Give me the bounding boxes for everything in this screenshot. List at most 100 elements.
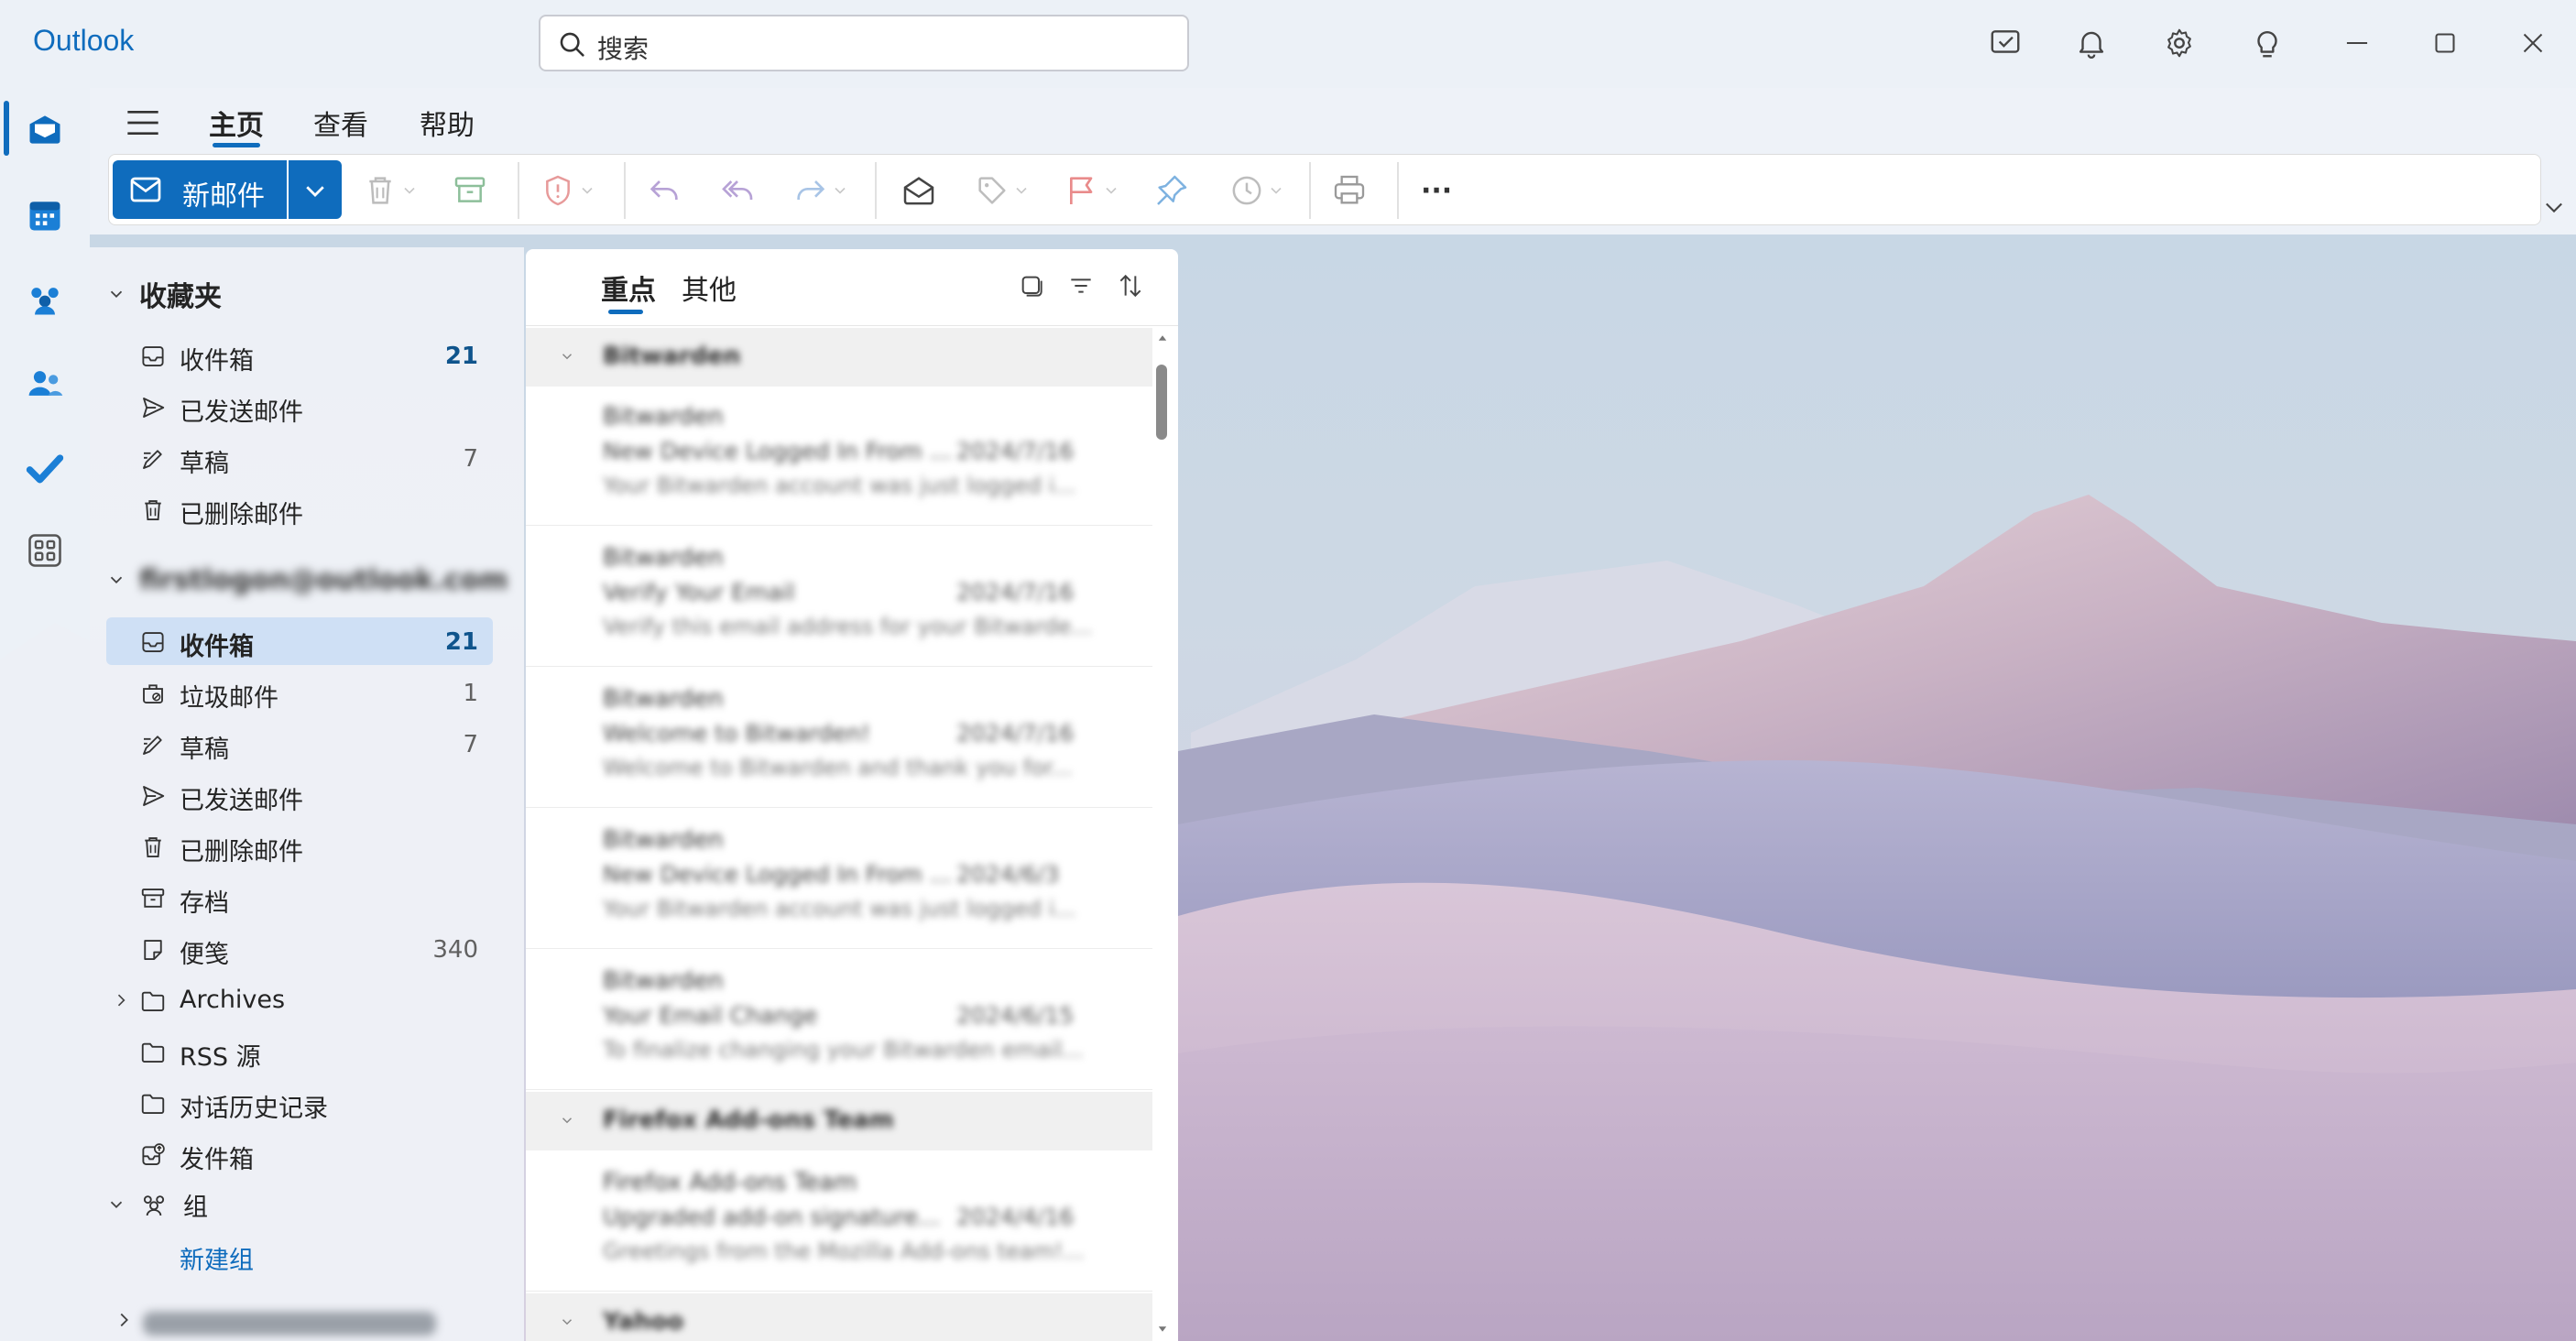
- account-email: firstlogon@outlook.com: [139, 563, 508, 596]
- new-mail-dropdown[interactable]: [289, 160, 342, 219]
- folder-inbox[interactable]: 收件箱 21: [106, 617, 493, 665]
- filter-button[interactable]: [1066, 271, 1099, 304]
- mail-icon[interactable]: [20, 104, 70, 154]
- favorite-sent[interactable]: 已发送邮件: [106, 383, 493, 431]
- second-account-header-blurred: [143, 1312, 436, 1336]
- reply-all-button[interactable]: [719, 168, 756, 213]
- chevron-down-icon: [1271, 187, 1282, 194]
- folder-conversation-history[interactable]: 对话历史记录: [106, 1079, 493, 1127]
- folder-archives[interactable]: Archives: [106, 976, 493, 1024]
- groups-header[interactable]: 组: [106, 1182, 208, 1227]
- message-preview: Your Bitwarden account was just logged i…: [603, 896, 1076, 921]
- lightbulb-icon[interactable]: [2246, 22, 2288, 64]
- tab-home-underline: [213, 143, 260, 147]
- filter-icon: [1071, 278, 1091, 293]
- message-group-header[interactable]: Bitwarden: [526, 328, 1152, 387]
- message-item[interactable]: Bitwarden New Device Logged In From ... …: [526, 387, 1152, 526]
- archive-button[interactable]: [452, 168, 488, 213]
- message-item[interactable]: Bitwarden Verify Your Email 2024/7/16 Ve…: [526, 528, 1152, 667]
- message-group-header[interactable]: Yahoo: [526, 1293, 1152, 1341]
- more-options-button[interactable]: ···: [1421, 168, 1452, 213]
- account2-chevron-icon[interactable]: [114, 1310, 134, 1330]
- app-title: Outlook: [33, 24, 135, 57]
- folder-outbox[interactable]: 发件箱: [106, 1130, 493, 1178]
- folder-rss[interactable]: RSS 源: [106, 1028, 493, 1075]
- minimize-icon[interactable]: [2336, 22, 2378, 64]
- reply-all-icon: [722, 180, 753, 200]
- print-button[interactable]: [1331, 168, 1368, 213]
- folder-drafts[interactable]: 草稿 7: [106, 720, 493, 768]
- search-placeholder[interactable]: 搜索: [597, 29, 649, 66]
- new-mail-button[interactable]: 新邮件: [113, 160, 287, 219]
- tab-focused[interactable]: 重点: [601, 267, 656, 308]
- sent-icon: [143, 786, 165, 806]
- select-button[interactable]: [1017, 271, 1050, 304]
- todo-icon[interactable]: [20, 443, 70, 493]
- my-day-icon[interactable]: [1984, 22, 2026, 64]
- hamburger-menu-icon[interactable]: [125, 106, 161, 139]
- report-button[interactable]: [540, 168, 596, 213]
- message-item[interactable]: Bitwarden Welcome to Bitwarden! 2024/7/1…: [526, 669, 1152, 808]
- scrollbar-thumb[interactable]: [1156, 365, 1167, 440]
- group-sender: Bitwarden: [603, 343, 741, 370]
- favorite-drafts[interactable]: 草稿 7: [106, 434, 493, 482]
- search-box[interactable]: 搜索: [539, 15, 1189, 71]
- message-subject: Your Email Change: [603, 1002, 818, 1029]
- delete-button[interactable]: [362, 168, 419, 213]
- message-preview: Your Bitwarden account was just logged i…: [603, 473, 1076, 498]
- folder-notes[interactable]: 便笺 340: [106, 925, 493, 973]
- folder-icon: [141, 991, 165, 1011]
- close-icon[interactable]: [2512, 22, 2554, 64]
- chevron-down-icon: [562, 354, 573, 360]
- chevron-down-icon: [582, 187, 593, 194]
- message-item[interactable]: Bitwarden Your Email Change 2024/6/15 To…: [526, 951, 1152, 1090]
- folder-junk[interactable]: 垃圾邮件 1: [106, 669, 493, 716]
- message-group-header[interactable]: Firefox Add-ons Team: [526, 1092, 1152, 1150]
- tab-other[interactable]: 其他: [682, 267, 737, 308]
- people-icon[interactable]: [20, 359, 70, 409]
- message-preview: Verify this email address for your Bitwa…: [603, 614, 1093, 639]
- folder-archive[interactable]: 存档: [106, 874, 493, 921]
- title-bar: Outlook 搜索: [0, 0, 2576, 88]
- tab-view[interactable]: 查看: [313, 103, 368, 143]
- reply-button[interactable]: [646, 168, 682, 213]
- gear-icon[interactable]: [2158, 22, 2200, 64]
- message-date: 2024/4/16: [956, 1204, 1075, 1230]
- flag-button[interactable]: [1064, 168, 1120, 213]
- folder-label: 收件箱: [180, 347, 254, 376]
- bell-icon[interactable]: [2070, 22, 2112, 64]
- account-header[interactable]: firstlogon@outlook.com: [106, 557, 508, 603]
- tab-home[interactable]: 主页: [209, 103, 264, 143]
- folder-sent[interactable]: 已发送邮件: [106, 771, 493, 819]
- groups-icon[interactable]: [20, 275, 70, 324]
- item-count: 1: [463, 680, 478, 707]
- chevron-down-icon: [110, 290, 123, 299]
- tab-help[interactable]: 帮助: [420, 103, 475, 143]
- favorite-deleted[interactable]: 已删除邮件: [106, 485, 493, 533]
- folder-deleted[interactable]: 已删除邮件: [106, 823, 493, 870]
- chevron-right-icon[interactable]: [112, 991, 130, 1009]
- calendar-icon[interactable]: [20, 191, 70, 240]
- chevron-down-icon: [562, 1118, 573, 1124]
- forward-button[interactable]: [792, 168, 849, 213]
- maximize-icon[interactable]: [2424, 22, 2466, 64]
- ribbon-expand-chevron-icon[interactable]: [2541, 194, 2567, 220]
- pin-button[interactable]: [1153, 168, 1190, 213]
- folder-icon: [141, 1042, 165, 1063]
- message-list-scrollbar[interactable]: [1154, 328, 1173, 1341]
- sort-button[interactable]: [1116, 271, 1149, 304]
- scroll-up-arrow-icon[interactable]: [1156, 332, 1169, 344]
- tag-icon: [978, 177, 1006, 204]
- message-item[interactable]: Firefox Add-ons Team Upgraded add-on sig…: [526, 1152, 1152, 1292]
- snooze-button[interactable]: [1228, 168, 1285, 213]
- message-list-tabs: 重点 其他: [526, 249, 1178, 326]
- message-item[interactable]: Bitwarden New Device Logged In From ... …: [526, 810, 1152, 949]
- scroll-down-arrow-icon[interactable]: [1156, 1323, 1169, 1336]
- categorize-button[interactable]: [974, 168, 1031, 213]
- junk-icon: [143, 684, 163, 703]
- new-group-link[interactable]: 新建组: [180, 1240, 254, 1276]
- apps-icon[interactable]: [20, 526, 70, 575]
- favorite-inbox[interactable]: 收件箱 21: [106, 332, 493, 379]
- favorites-header[interactable]: 收藏夹: [106, 271, 222, 317]
- mark-read-button[interactable]: [901, 168, 937, 213]
